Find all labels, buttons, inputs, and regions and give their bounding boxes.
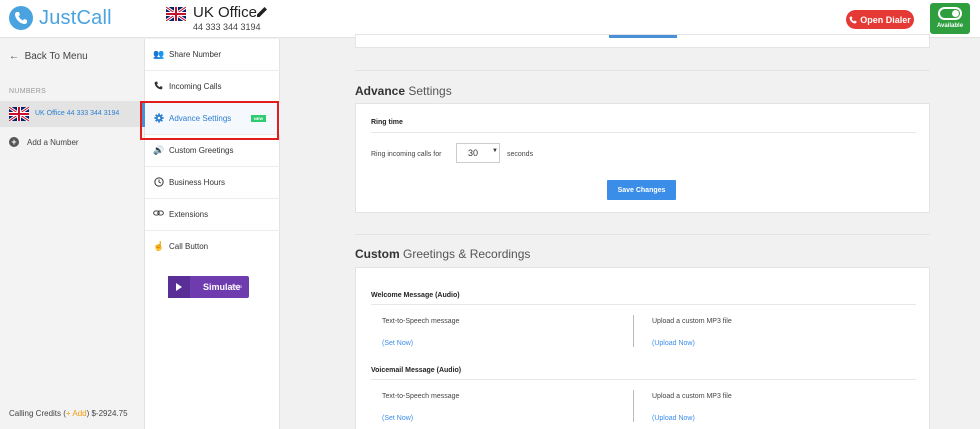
open-dialer-button[interactable]: Open Dialer [846,10,914,29]
settings-menu: 👥 Share Number Incoming Calls Advance Se… [145,39,280,429]
ring-time-select[interactable]: 30 ▼ [456,143,500,163]
uk-flag-icon [166,6,186,21]
menu-item-share-number[interactable]: 👥 Share Number [145,39,280,71]
column-separator [633,390,634,422]
ring-divider [371,132,916,133]
title-rest: Greetings & Recordings [399,247,531,261]
advance-settings-title: Advance Settings [355,84,452,98]
pointer-icon: ☝ [153,241,165,251]
credits-amount: ) $-2924.75 [86,409,128,418]
menu-item-label: Business Hours [169,178,226,187]
add-number-link[interactable]: + Add a Number [9,137,79,147]
main-content: Advance Settings Ring time Ring incoming… [281,34,980,429]
menu-item-label: Custom Greetings [169,146,234,155]
section-divider [355,234,930,235]
add-number-label: Add a Number [27,137,79,147]
menu-item-incoming-calls[interactable]: Incoming Calls [145,71,280,103]
open-dialer-label: Open Dialer [860,14,911,25]
greetings-title: Custom Greetings & Recordings [355,247,530,261]
beta-badge: beta [232,284,242,290]
toggle-switch [938,7,962,20]
clock-icon [153,177,164,188]
left-sidebar: ← Back To Menu NUMBERS UK Office 44 333 … [0,39,145,429]
tts-label: Text-to-Speech message [382,318,460,325]
toggle-knob [952,10,959,17]
highlight-box [140,101,279,140]
simulate-button[interactable]: Simulate beta [168,276,249,298]
office-title: UK Office [193,4,257,21]
availability-label: Available [936,23,964,29]
tts-label: Text-to-Speech message [382,393,460,400]
calling-credits: Calling Credits (+ Add) $-2924.75 [9,409,128,418]
numbers-header: NUMBERS [9,88,47,95]
uk-flag-icon [9,107,29,121]
ring-time-card: Ring time Ring incoming calls for 30 ▼ s… [355,103,930,213]
column-separator [633,315,634,347]
office-selector[interactable]: UK Office 44 333 344 3194 [166,4,267,32]
menu-item-label: Extensions [169,210,209,219]
phone-icon [153,81,164,92]
people-icon: 👥 [153,49,165,59]
set-now-link[interactable]: (Set Now) [382,415,413,422]
section-divider [355,70,930,71]
phone-icon [849,16,857,23]
upload-label: Upload a custom MP3 file [652,393,732,400]
dropdown-arrow-icon: ▼ [492,148,498,154]
back-to-menu-link[interactable]: ← Back To Menu [9,51,88,62]
voicemail-message-heading: Voicemail Message (Audio) [371,367,462,374]
link-icon [153,209,164,220]
ring-time-value: 30 [468,148,479,158]
menu-item-label: Call Button [169,242,209,251]
title-bold: Custom [355,247,400,261]
upload-label: Upload a custom MP3 file [652,318,732,325]
title-bold: Advance [355,84,406,98]
speaker-icon: 🔊 [153,145,165,155]
justcall-logo[interactable]: JustCall [9,6,112,30]
back-label: Back To Menu [24,51,88,62]
menu-item-call-button[interactable]: ☝ Call Button [145,231,280,263]
logo-phone-icon [9,6,33,30]
ring-time-heading: Ring time [371,119,403,126]
message-divider [371,304,916,305]
previous-card-button[interactable] [609,35,677,38]
welcome-message-heading: Welcome Message (Audio) [371,292,460,299]
menu-item-business-hours[interactable]: Business Hours [145,167,280,199]
title-rest: Settings [405,84,452,98]
message-divider [371,379,916,380]
top-bar: JustCall UK Office 44 333 344 3194 Open … [0,0,980,38]
menu-item-extensions[interactable]: Extensions [145,199,280,231]
office-number: 44 333 344 3194 [193,22,261,32]
menu-item-label: Incoming Calls [169,82,222,91]
ring-prefix: Ring incoming calls for [371,151,442,158]
upload-now-link[interactable]: (Upload Now) [652,415,695,422]
logo-text: JustCall [39,6,112,29]
ring-suffix: seconds [507,151,534,158]
upload-now-link[interactable]: (Upload Now) [652,340,695,347]
number-item-label: UK Office 44 333 344 3194 [35,110,120,117]
play-icon [168,276,190,298]
arrow-left-icon: ← [9,51,19,62]
greetings-card: Welcome Message (Audio) Text-to-Speech m… [355,267,930,429]
save-changes-button[interactable]: Save Changes [607,180,676,200]
add-credits-link[interactable]: + Add [66,409,87,418]
availability-toggle[interactable]: Available [930,3,970,34]
pencil-icon[interactable] [255,5,269,19]
previous-card [355,34,930,48]
menu-item-label: Share Number [169,50,222,59]
number-item-uk-office[interactable]: UK Office 44 333 344 3194 [0,101,145,127]
plus-circle-icon: + [9,137,19,147]
credits-prefix: Calling Credits ( [9,409,66,418]
set-now-link[interactable]: (Set Now) [382,340,413,347]
